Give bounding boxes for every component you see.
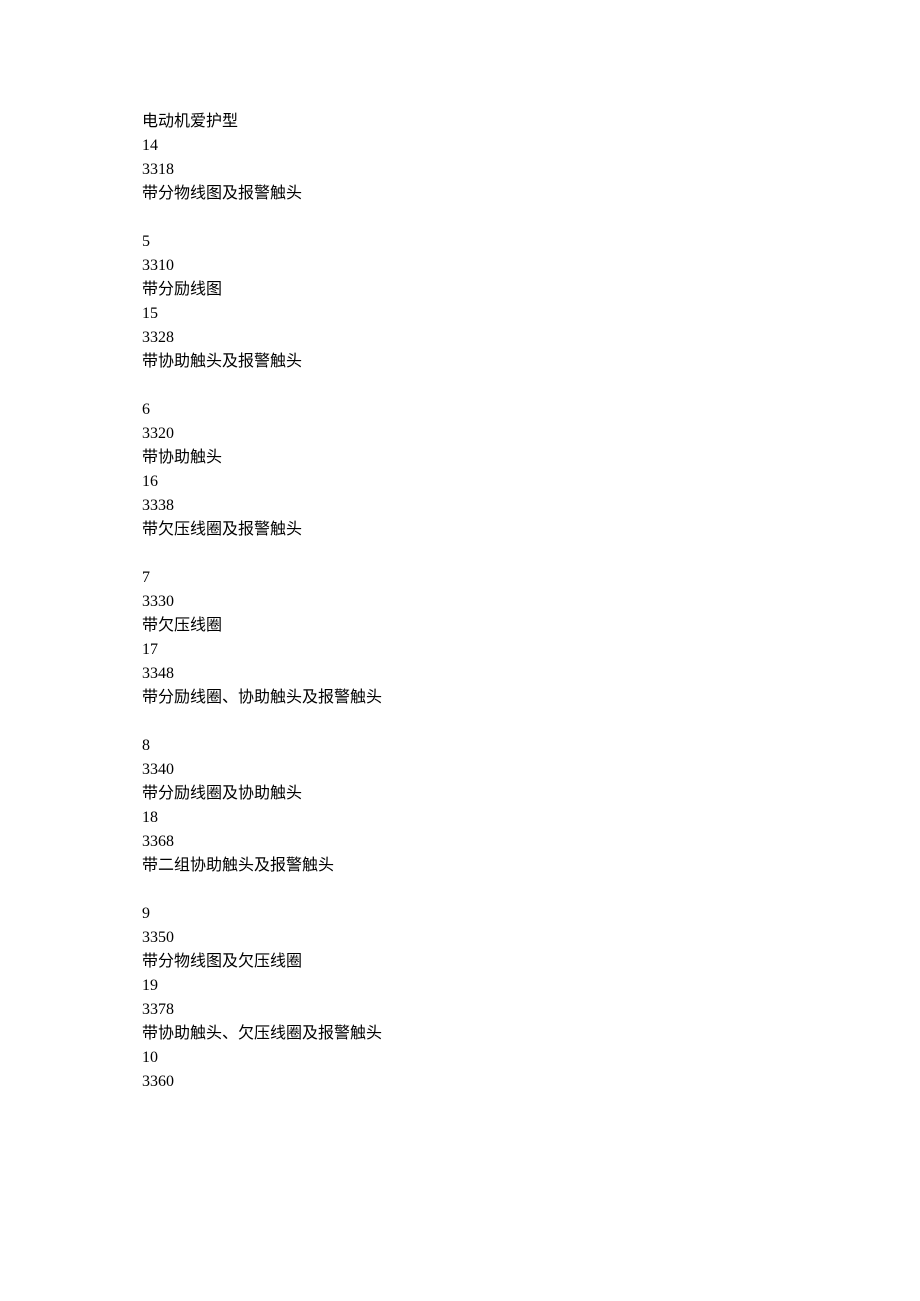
text-line: 带分物线图及欠压线圈 [142,950,920,974]
text-line: 3368 [142,830,920,854]
text-line: 带分励线图 [142,278,920,302]
text-line: 3340 [142,758,920,782]
text-line: 带二组协助触头及报警触头 [142,854,920,878]
text-line: 9 [142,902,920,926]
text-line: 3348 [142,662,920,686]
text-line: 电动机爱护型 [142,110,920,134]
text-line: 5 [142,230,920,254]
text-line: 3310 [142,254,920,278]
text-block: 5 3310 带分励线图 15 3328 带协助触头及报警触头 [142,230,920,374]
text-line: 3318 [142,158,920,182]
text-line: 6 [142,398,920,422]
text-line: 3338 [142,494,920,518]
text-block: 电动机爱护型 14 3318 带分物线图及报警触头 [142,110,920,206]
text-line: 18 [142,806,920,830]
text-line: 3328 [142,326,920,350]
text-line: 带协助触头 [142,446,920,470]
text-line: 14 [142,134,920,158]
text-line: 带分励线圈、协助触头及报警触头 [142,686,920,710]
text-line: 带分励线圈及协助触头 [142,782,920,806]
text-line: 带欠压线圈及报警触头 [142,518,920,542]
text-block: 9 3350 带分物线图及欠压线圈 19 3378 带协助触头、欠压线圈及报警触… [142,902,920,1094]
text-line: 17 [142,638,920,662]
text-line: 带欠压线圈 [142,614,920,638]
text-line: 3330 [142,590,920,614]
text-line: 7 [142,566,920,590]
text-line: 3320 [142,422,920,446]
text-line: 8 [142,734,920,758]
document-page: 电动机爱护型 14 3318 带分物线图及报警触头 5 3310 带分励线图 1… [0,0,920,1301]
text-block: 7 3330 带欠压线圈 17 3348 带分励线圈、协助触头及报警触头 [142,566,920,710]
text-block: 6 3320 带协助触头 16 3338 带欠压线圈及报警触头 [142,398,920,542]
text-line: 带协助触头及报警触头 [142,350,920,374]
text-line: 带协助触头、欠压线圈及报警触头 [142,1022,920,1046]
text-block: 8 3340 带分励线圈及协助触头 18 3368 带二组协助触头及报警触头 [142,734,920,878]
text-line: 3350 [142,926,920,950]
text-line: 3378 [142,998,920,1022]
text-line: 15 [142,302,920,326]
text-line: 16 [142,470,920,494]
text-line: 3360 [142,1070,920,1094]
text-line: 10 [142,1046,920,1070]
text-line: 带分物线图及报警触头 [142,182,920,206]
text-line: 19 [142,974,920,998]
